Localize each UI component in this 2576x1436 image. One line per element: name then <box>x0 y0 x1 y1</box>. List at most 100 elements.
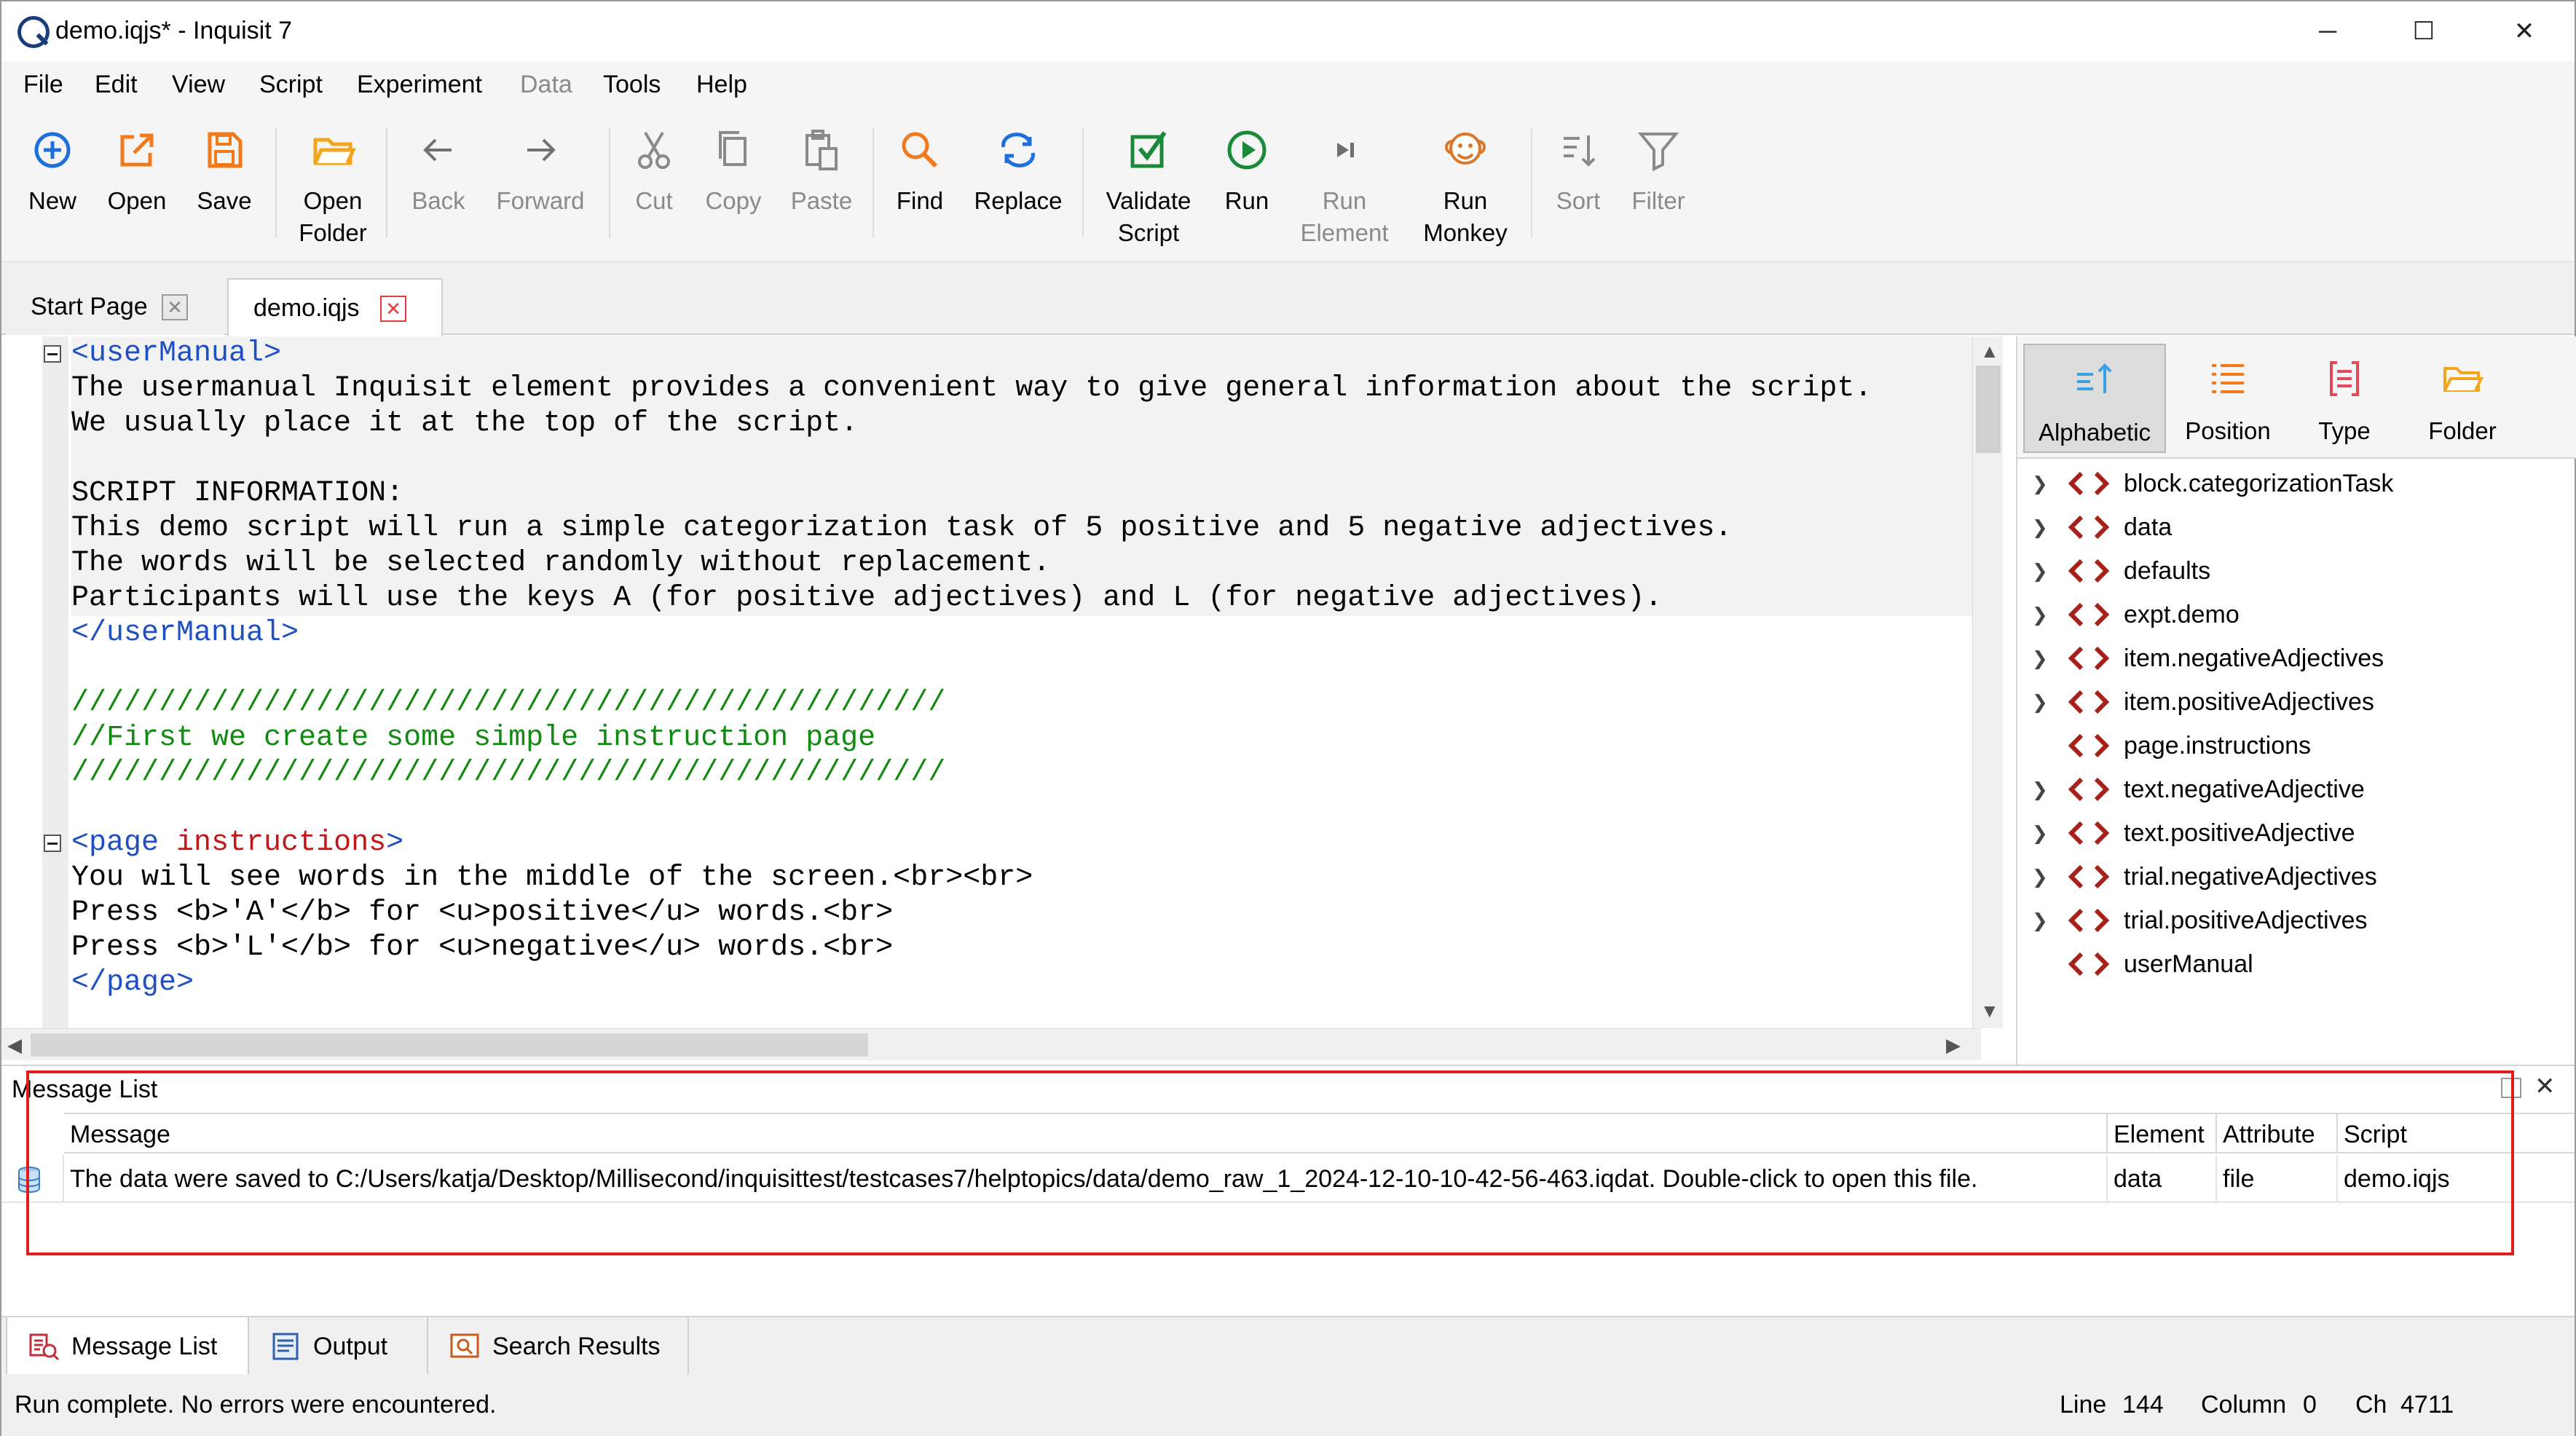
tab-start-page[interactable]: Start Page ✕ <box>6 278 224 335</box>
expand-chevron-icon[interactable]: ❯ <box>2032 516 2048 539</box>
tree-item-label: defaults <box>2124 557 2211 585</box>
forward-button[interactable]: Forward <box>487 106 594 262</box>
tree-item[interactable]: ❯ defaults <box>2017 549 2571 593</box>
tree-item-label: userManual <box>2124 950 2253 978</box>
toolbar-separator <box>386 128 387 237</box>
maximize-button[interactable]: ☐ <box>2380 12 2467 51</box>
status-bar: Run complete. No errors were encountered… <box>1 1374 2575 1436</box>
validate-script-button[interactable]: Validate Script <box>1094 106 1203 262</box>
tree-item[interactable]: page.instructions <box>2017 724 2571 768</box>
filter-button[interactable]: Filter <box>1620 106 1697 262</box>
find-button[interactable]: Find <box>880 106 960 262</box>
scrollbar-thumb[interactable] <box>31 1033 868 1057</box>
open-folder-button[interactable]: Open Folder <box>287 106 379 262</box>
tree-item[interactable]: ❯ expt.demo <box>2017 593 2571 636</box>
menu-script[interactable]: Script <box>259 68 323 100</box>
highlight-annotation-box <box>26 1070 2514 1255</box>
paste-clipboard-icon <box>806 130 838 170</box>
close-panel-icon[interactable]: ✕ <box>2534 1072 2556 1101</box>
tree-item[interactable]: ❯ block.categorizationTask <box>2017 462 2571 505</box>
menu-tools[interactable]: Tools <box>603 68 661 100</box>
menu-file[interactable]: File <box>23 68 63 100</box>
sort-alphabetic-button[interactable]: Alphabetic <box>2023 344 2166 453</box>
sort-folder-button[interactable]: Folder <box>2400 344 2524 453</box>
editor-horizontal-scrollbar[interactable]: ◀ ▶ <box>1 1028 1981 1060</box>
scrollbar-thumb[interactable] <box>1976 366 2001 453</box>
fold-toggle-icon[interactable] <box>44 835 61 852</box>
sort-button[interactable]: Sort <box>1540 106 1617 262</box>
expand-chevron-icon[interactable]: ❯ <box>2032 778 2048 801</box>
code-area[interactable]: <userManual> The usermanual Inquisit ele… <box>71 336 1972 1028</box>
window-title: demo.iqjs* - Inquisit 7 <box>55 17 293 44</box>
expand-chevron-icon[interactable]: ❯ <box>2032 909 2048 932</box>
expand-chevron-icon[interactable]: ❯ <box>2032 472 2048 495</box>
element-tag-icon <box>2068 821 2110 845</box>
menu-edit[interactable]: Edit <box>95 68 138 100</box>
tree-item[interactable]: ❯ trial.positiveAdjectives <box>2017 899 2571 942</box>
toolbar-separator <box>1531 128 1532 237</box>
output-document-icon <box>272 1333 299 1360</box>
run-element-button[interactable]: Run Element <box>1295 106 1394 262</box>
element-tag-icon <box>2068 471 2110 496</box>
open-button[interactable]: Open <box>93 106 181 262</box>
new-button[interactable]: New <box>9 106 96 262</box>
close-tab-icon[interactable]: ✕ <box>380 296 406 322</box>
editor-vertical-scrollbar[interactable]: ▲ ▼ <box>1972 336 2003 1028</box>
tab-message-list[interactable]: Message List <box>6 1317 249 1376</box>
replace-arrows-icon <box>1001 133 1035 167</box>
expand-chevron-icon[interactable]: ❯ <box>2032 865 2048 888</box>
back-button[interactable]: Back <box>395 106 482 262</box>
expand-chevron-icon[interactable]: ❯ <box>2032 603 2048 626</box>
save-disk-icon <box>208 132 243 168</box>
tree-item[interactable]: ❯ text.negativeAdjective <box>2017 768 2571 811</box>
menu-help[interactable]: Help <box>696 68 747 100</box>
code-line: The words will be selected randomly with… <box>71 546 1972 581</box>
expand-chevron-icon[interactable]: ❯ <box>2032 647 2048 670</box>
toolbar-separator <box>873 128 874 237</box>
run-button[interactable]: Run <box>1210 106 1283 262</box>
scroll-up-icon[interactable]: ▲ <box>1980 336 1999 366</box>
scroll-down-icon[interactable]: ▼ <box>1980 996 1999 1025</box>
element-tag-icon <box>2068 952 2110 977</box>
toolbar-separator <box>275 128 277 237</box>
step-forward-icon <box>1337 143 1354 157</box>
sort-position-button[interactable]: Position <box>2167 344 2288 453</box>
close-window-button[interactable]: ✕ <box>2481 12 2568 51</box>
minimize-button[interactable]: ─ <box>2284 12 2371 51</box>
tree-item[interactable]: ❯ data <box>2017 505 2571 549</box>
tree-item[interactable]: ❯ item.negativeAdjectives <box>2017 636 2571 680</box>
run-monkey-button[interactable]: Run Monkey <box>1411 106 1519 262</box>
menu-data[interactable]: Data <box>520 68 572 100</box>
menu-experiment[interactable]: Experiment <box>357 68 482 100</box>
tab-output[interactable]: Output <box>249 1317 428 1376</box>
tree-item[interactable]: ❯ trial.negativeAdjectives <box>2017 855 2571 899</box>
sort-type-button[interactable]: Type <box>2290 344 2399 453</box>
paste-button[interactable]: Paste <box>779 106 864 262</box>
tree-item[interactable]: userManual <box>2017 942 2571 986</box>
toolbar-separator <box>609 128 610 237</box>
tree-item[interactable]: ❯ item.positiveAdjectives <box>2017 680 2571 724</box>
alphabetic-sort-icon <box>2077 363 2112 393</box>
code-line: The usermanual Inquisit element provides… <box>71 371 1972 406</box>
element-tree: ❯ block.categorizationTask ❯ data ❯ defaults ❯… <box>2017 462 2576 1044</box>
expand-chevron-icon[interactable]: ❯ <box>2032 559 2048 583</box>
expand-chevron-icon[interactable]: ❯ <box>2032 821 2048 845</box>
copy-button[interactable]: Copy <box>693 106 773 262</box>
tree-item[interactable]: ❯ text.positiveAdjective <box>2017 811 2571 855</box>
save-button[interactable]: Save <box>181 106 268 262</box>
expand-chevron-icon[interactable]: ❯ <box>2032 690 2048 714</box>
cut-button[interactable]: Cut <box>618 106 690 262</box>
tree-item-label: item.negativeAdjectives <box>2124 644 2384 672</box>
magnifier-icon <box>902 132 938 168</box>
element-tag-icon <box>2068 864 2110 889</box>
menu-view[interactable]: View <box>172 68 225 100</box>
tab-search-results[interactable]: Search Results <box>428 1317 689 1376</box>
scroll-left-icon[interactable]: ◀ <box>7 1030 22 1060</box>
replace-button[interactable]: Replace <box>967 106 1069 262</box>
fold-toggle-icon[interactable] <box>44 345 61 363</box>
code-line: This demo script will run a simple categ… <box>71 511 1972 546</box>
close-tab-icon[interactable]: ✕ <box>162 294 188 320</box>
script-editor[interactable]: <userManual> The usermanual Inquisit ele… <box>1 336 2003 1065</box>
tab-demo-iqjs[interactable]: demo.iqjs ✕ <box>227 278 443 336</box>
scroll-right-icon[interactable]: ▶ <box>1946 1030 1961 1060</box>
